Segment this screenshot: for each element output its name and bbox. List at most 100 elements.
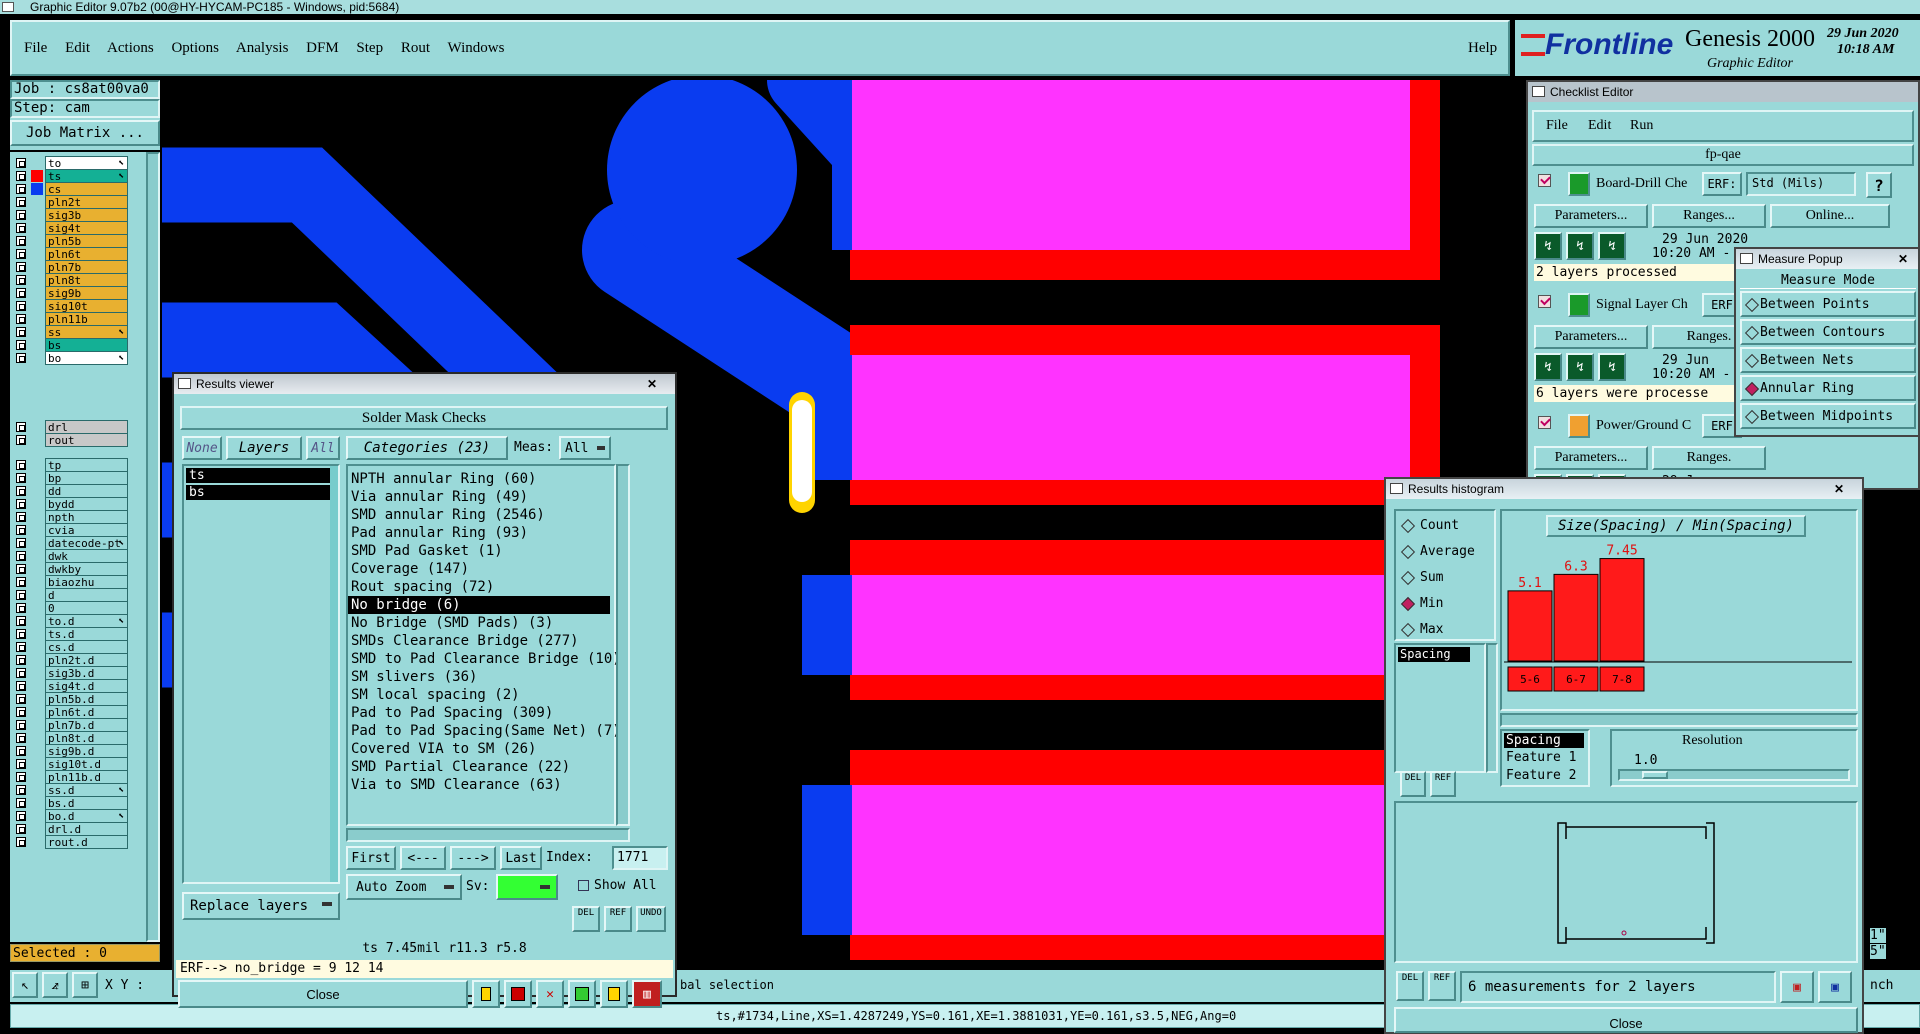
next-button[interactable]: ---> — [450, 846, 496, 870]
check-enable-checkbox[interactable] — [1538, 295, 1551, 308]
measure-mode-option[interactable]: Between Points — [1740, 291, 1916, 317]
rv-tool-icon-5[interactable] — [600, 980, 628, 1008]
resolution-slider[interactable] — [1618, 769, 1850, 781]
layer-checkbox[interactable] — [16, 512, 26, 522]
menu-analysis[interactable]: Analysis — [236, 40, 289, 56]
layer-checkbox[interactable] — [16, 603, 26, 613]
menu-actions[interactable]: Actions — [107, 40, 154, 56]
replace-layers-dropdown[interactable]: Replace layers — [182, 892, 340, 920]
layer-name[interactable]: sig10t.d — [45, 757, 128, 771]
close-icon[interactable]: ✕ — [637, 376, 667, 392]
histogram-view-icon-2[interactable]: ▣ — [1818, 971, 1852, 1003]
rv-layer-bs[interactable]: bs — [186, 485, 330, 500]
cl-menu-edit[interactable]: Edit — [1588, 118, 1611, 134]
rv-layer-list[interactable]: ts bs — [182, 464, 340, 884]
layer-name[interactable]: biaozhu — [45, 575, 128, 589]
tool-select-icon[interactable]: ↖ — [12, 972, 38, 998]
category-item[interactable]: No bridge (6) — [348, 596, 610, 614]
layer-name[interactable]: pln7b — [45, 260, 128, 274]
layer-checkbox[interactable] — [16, 577, 26, 587]
layer-name[interactable]: to.d ⬉ — [45, 614, 128, 628]
category-scrollbar[interactable] — [616, 464, 630, 826]
checklist-titlebar[interactable]: Checklist Editor — [1528, 82, 1918, 102]
layer-checkbox[interactable] — [16, 275, 26, 285]
layer-checkbox[interactable] — [16, 262, 26, 272]
histogram-mode-option[interactable]: Max — [1398, 619, 1494, 641]
layer-name[interactable]: to ⬉ — [45, 156, 128, 170]
layer-name[interactable]: bs.d — [45, 796, 128, 810]
run-icon-1[interactable]: ↯ — [1534, 232, 1562, 260]
layer-name[interactable]: ts.d — [45, 627, 128, 641]
layer-checkbox[interactable] — [16, 184, 26, 194]
measure-mode-option[interactable]: Between Nets — [1740, 347, 1916, 373]
category-item[interactable]: No Bridge (SMD Pads) (3) — [348, 614, 610, 632]
sv-color-dropdown[interactable] — [496, 874, 558, 900]
layer-name[interactable]: 0 — [45, 601, 128, 615]
layer-checkbox[interactable] — [16, 499, 26, 509]
category-item[interactable]: Via to SMD Clearance (63) — [348, 776, 610, 794]
layer-checkbox[interactable] — [16, 759, 26, 769]
index-field[interactable]: 1771 — [612, 846, 668, 870]
layer-scrollbar[interactable] — [146, 152, 160, 942]
layer-name[interactable]: sig4t — [45, 221, 128, 235]
layer-name[interactable]: sig10t — [45, 299, 128, 313]
layer-name[interactable]: pln2t.d — [45, 653, 128, 667]
layer-checkbox[interactable] — [16, 158, 26, 168]
histogram-bar[interactable] — [1507, 590, 1553, 662]
field-feature-1[interactable]: Feature 1 — [1504, 750, 1576, 765]
layer-checkbox[interactable] — [16, 301, 26, 311]
rv-tool-icon-4[interactable] — [568, 980, 596, 1008]
layer-checkbox[interactable] — [16, 707, 26, 717]
close-icon[interactable]: ✕ — [1824, 481, 1854, 497]
check-icon[interactable] — [1568, 414, 1590, 438]
category-item[interactable]: Covered VIA to SM (26) — [348, 740, 610, 758]
layer-name[interactable]: pln5b — [45, 234, 128, 248]
cl-menu-run[interactable]: Run — [1630, 118, 1653, 134]
histogram-mode-option[interactable]: Min — [1398, 593, 1494, 615]
last-button[interactable]: Last — [500, 846, 542, 870]
menu-edit[interactable]: Edit — [65, 40, 90, 56]
histogram-bar[interactable] — [1553, 573, 1599, 662]
layer-checkbox[interactable] — [16, 564, 26, 574]
category-item[interactable]: SMD Partial Clearance (22) — [348, 758, 610, 776]
layer-name[interactable]: sig3b.d — [45, 666, 128, 680]
layer-name[interactable]: drl.d — [45, 822, 128, 836]
layer-name[interactable]: pln7b.d — [45, 718, 128, 732]
check-erf-button[interactable]: ERF: — [1702, 172, 1742, 196]
category-item[interactable]: SMD Pad Gasket (1) — [348, 542, 610, 560]
layer-checkbox[interactable] — [16, 288, 26, 298]
run-icon-2[interactable]: ↯ — [1566, 353, 1594, 381]
category-item[interactable]: SM slivers (36) — [348, 668, 610, 686]
check-std-field[interactable]: Std (Mils) — [1746, 172, 1856, 196]
layer-name[interactable]: pln6t — [45, 247, 128, 261]
layer-name[interactable]: rout — [45, 433, 128, 447]
category-item[interactable]: SMD to Pad Clearance Bridge (10) — [348, 650, 621, 668]
layer-name[interactable]: pln5b.d — [45, 692, 128, 706]
layer-name[interactable]: bydd — [45, 497, 128, 511]
layer-name[interactable]: sig9b.d — [45, 744, 128, 758]
histogram-ref-button[interactable]: REF — [1430, 771, 1456, 797]
layer-name[interactable]: pln8t.d — [45, 731, 128, 745]
layer-checkbox[interactable] — [16, 538, 26, 548]
layer-name[interactable]: pln11b.d — [45, 770, 128, 784]
layer-name[interactable]: pln2t — [45, 195, 128, 209]
category-list[interactable]: NPTH annular Ring (60) Via annular Ring (… — [346, 464, 621, 826]
field-spacing[interactable]: Spacing — [1504, 733, 1584, 748]
histogram-hscroll[interactable] — [1500, 713, 1858, 727]
layer-row[interactable]: bo ⬉ — [12, 351, 147, 366]
layer-checkbox[interactable] — [16, 171, 26, 181]
layer-name[interactable]: bo.d ⬉ — [45, 809, 128, 823]
check-params-button[interactable]: Parameters... — [1534, 204, 1648, 228]
layer-checkbox[interactable] — [16, 655, 26, 665]
layer-name[interactable]: sig3b — [45, 208, 128, 222]
rv-layer-ts[interactable]: ts — [186, 468, 330, 483]
category-item[interactable]: Pad to Pad Spacing (309) — [348, 704, 610, 722]
rv-tool-icon-2[interactable] — [504, 980, 532, 1008]
layer-checkbox[interactable] — [16, 772, 26, 782]
layer-checkbox[interactable] — [16, 642, 26, 652]
layer-checkbox[interactable] — [16, 824, 26, 834]
cl-menu-file[interactable]: File — [1546, 118, 1568, 134]
histogram-close-button[interactable]: Close — [1394, 1007, 1858, 1033]
check-ranges-button[interactable]: Ranges. — [1652, 446, 1766, 470]
category-hscrollbar[interactable] — [346, 828, 630, 842]
